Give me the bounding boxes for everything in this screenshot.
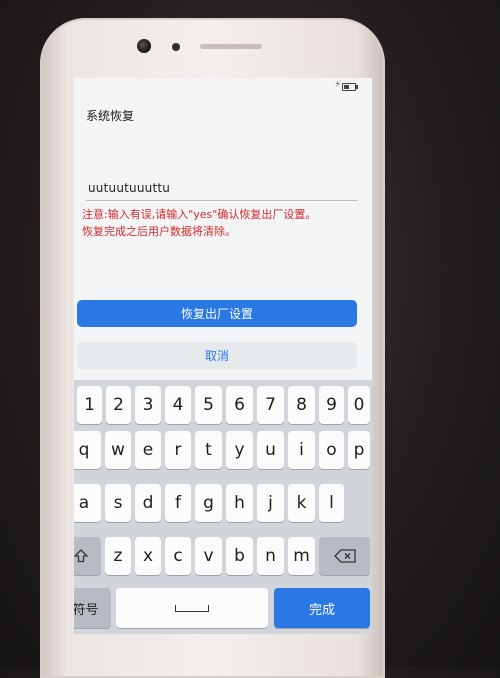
key-z[interactable]: z	[105, 537, 131, 575]
front-camera	[137, 39, 151, 53]
battery-icon	[342, 83, 358, 91]
key-d[interactable]: d	[135, 484, 161, 522]
warning-text-line2: 恢复完成之后用户数据将清除。	[82, 225, 236, 238]
key-u[interactable]: u	[257, 431, 284, 469]
key-8[interactable]: 8	[288, 386, 315, 424]
shift-key[interactable]	[74, 537, 101, 575]
key-0[interactable]: 0	[348, 386, 370, 424]
key-i[interactable]: i	[288, 431, 315, 469]
key-r[interactable]: r	[165, 431, 191, 469]
soft-keyboard: 1 2 3 4 5 6 7 8 9 0 q w e r t y u i o p …	[74, 380, 372, 634]
key-s[interactable]: s	[105, 484, 131, 522]
warning-text-line1: 注意:输入有误,请输入"yes"确认恢复出厂设置。	[82, 208, 317, 221]
key-v[interactable]: v	[195, 537, 222, 575]
proximity-sensor	[172, 43, 180, 51]
page-title: 系统恢复	[86, 109, 135, 123]
key-4[interactable]: 4	[165, 386, 191, 424]
delete-key[interactable]	[319, 537, 370, 575]
key-l[interactable]: l	[319, 484, 344, 522]
key-6[interactable]: 6	[226, 386, 253, 424]
key-1[interactable]: 1	[77, 386, 102, 424]
key-e[interactable]: e	[135, 431, 161, 469]
space-bar-icon	[175, 604, 209, 612]
key-n[interactable]: n	[257, 537, 284, 575]
key-9[interactable]: 9	[319, 386, 344, 424]
phone-screen: ⚡ 系统恢复 uutuutuuuttu 注意:输入有误,请输入"yes"确认恢复…	[74, 78, 372, 634]
space-key[interactable]	[116, 588, 268, 628]
key-b[interactable]: b	[226, 537, 253, 575]
key-j[interactable]: j	[257, 484, 284, 522]
status-bar: ⚡	[74, 78, 372, 94]
key-f[interactable]: f	[165, 484, 191, 522]
confirm-input[interactable]: uutuutuuuttu	[86, 178, 358, 201]
key-k[interactable]: k	[288, 484, 315, 522]
key-p[interactable]: p	[348, 431, 370, 469]
symbols-key[interactable]: 符号	[74, 588, 111, 628]
key-a[interactable]: a	[74, 484, 101, 522]
factory-reset-button[interactable]: 恢复出厂设置	[77, 300, 357, 327]
key-2[interactable]: 2	[106, 386, 131, 424]
cancel-button[interactable]: 取消	[77, 342, 357, 369]
key-g[interactable]: g	[195, 484, 222, 522]
key-y[interactable]: y	[226, 431, 253, 469]
key-3[interactable]: 3	[135, 386, 161, 424]
key-o[interactable]: o	[319, 431, 344, 469]
key-w[interactable]: w	[105, 431, 131, 469]
backspace-icon	[333, 549, 356, 563]
key-x[interactable]: x	[135, 537, 161, 575]
key-m[interactable]: m	[288, 537, 315, 575]
key-c[interactable]: c	[165, 537, 191, 575]
key-t[interactable]: t	[195, 431, 222, 469]
confirm-input-value: uutuutuuuttu	[88, 181, 171, 195]
key-q[interactable]: q	[74, 431, 101, 469]
charging-icon: ⚡	[334, 80, 341, 90]
key-h[interactable]: h	[226, 484, 253, 522]
done-key[interactable]: 完成	[274, 588, 370, 628]
key-5[interactable]: 5	[195, 386, 222, 424]
key-7[interactable]: 7	[257, 386, 284, 424]
earpiece-speaker	[200, 44, 262, 49]
shift-arrow-icon	[74, 549, 88, 563]
